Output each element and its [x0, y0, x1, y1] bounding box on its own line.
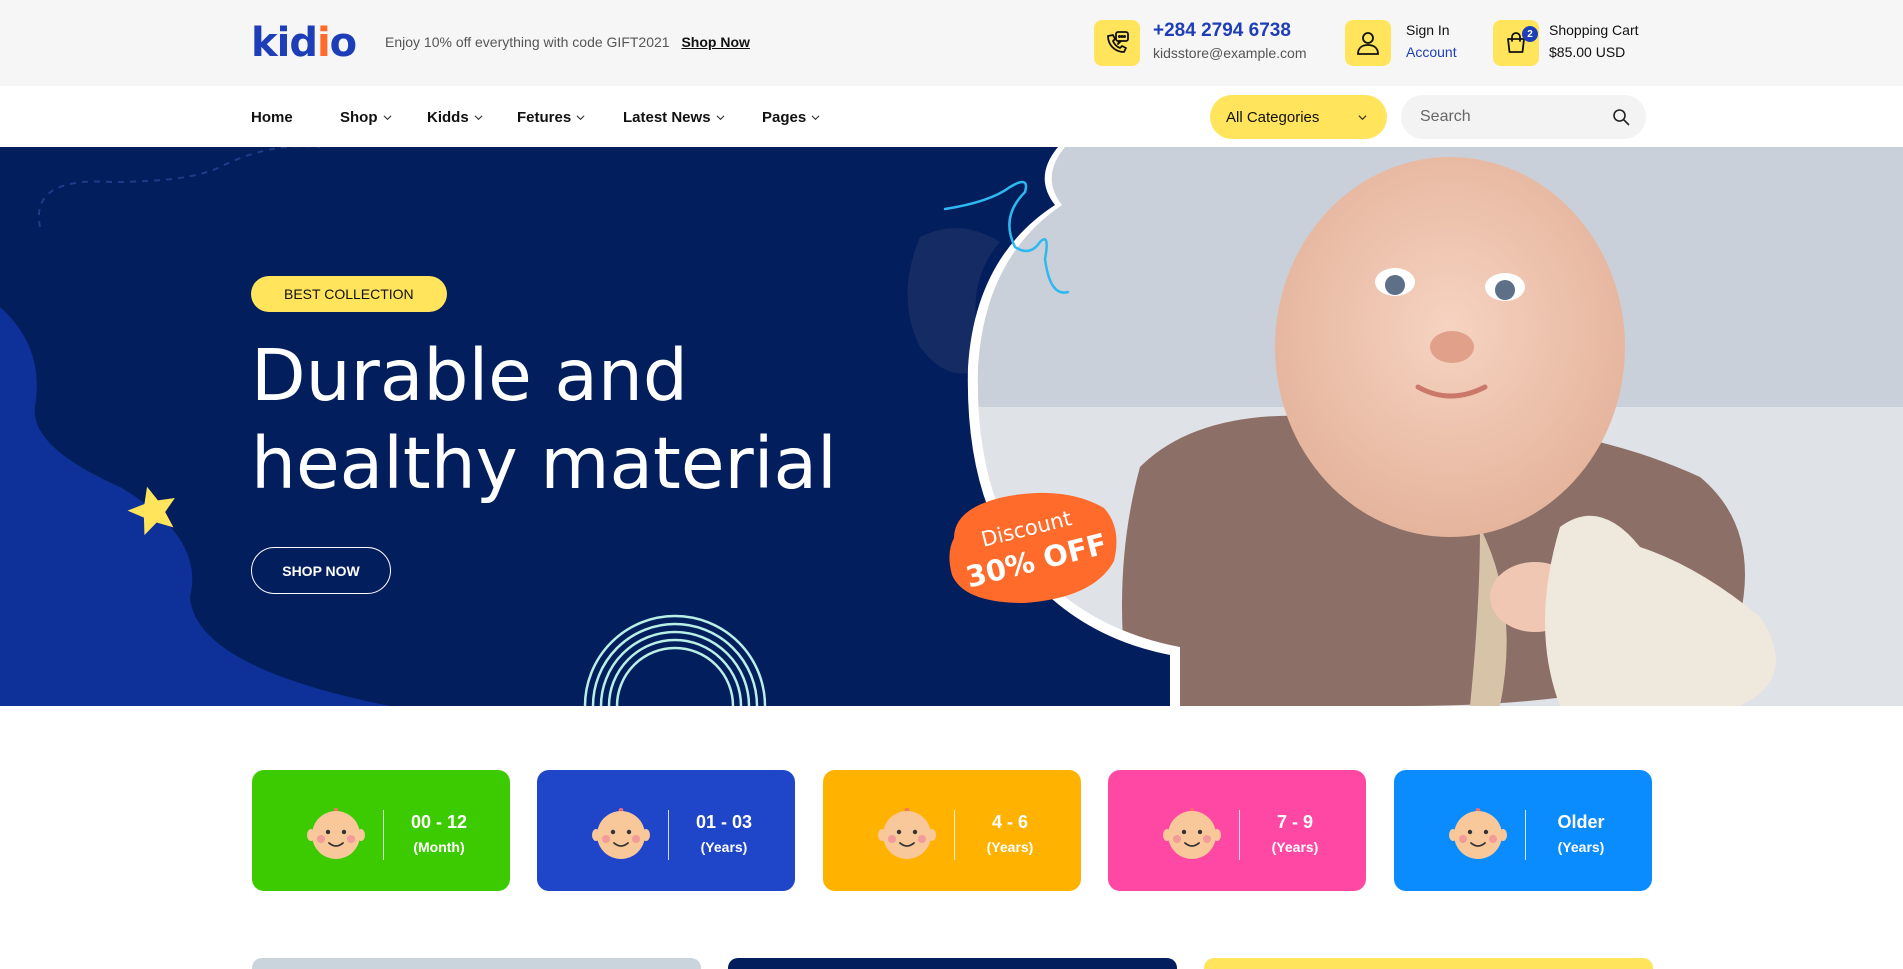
logo-part-kid: kid	[251, 20, 318, 66]
best-collection-badge: BEST COLLECTION	[251, 276, 447, 312]
chevron-down-icon	[1358, 114, 1367, 120]
promo-banner-1[interactable]	[252, 958, 701, 969]
baby-face-icon	[307, 808, 365, 859]
promo-text: Enjoy 10% off everything with code GIFT2…	[385, 34, 670, 50]
hero-banner: BEST COLLECTION Durable and healthy mate…	[0, 147, 1903, 706]
age-card-7-9-years[interactable]: 7 - 9 (Years)	[1108, 770, 1366, 891]
age-range: 4 - 6	[991, 812, 1029, 832]
age-unit: (Years)	[1271, 839, 1319, 855]
nav-item-home[interactable]: Home	[251, 109, 293, 126]
chevron-down-icon	[576, 115, 585, 121]
search-bar	[1401, 95, 1646, 139]
cart-total: $85.00 USD	[1549, 44, 1626, 60]
email-address[interactable]: kidsstore@example.com	[1153, 45, 1307, 61]
age-unit: (Month)	[413, 839, 465, 855]
nav-label: Shop	[340, 109, 378, 126]
nav-item-latest-news[interactable]: Latest News	[623, 109, 725, 126]
age-unit: (Years)	[1557, 839, 1605, 855]
promo-bar: Enjoy 10% off everything with code GIFT2…	[385, 34, 750, 50]
hero-headline-line2: healthy material	[251, 422, 837, 505]
baby-face-icon	[1163, 808, 1221, 859]
age-unit: (Years)	[700, 839, 748, 855]
hero-headline-line1: Durable and	[251, 334, 688, 417]
chevron-down-icon	[811, 115, 820, 121]
age-card-4-6-years[interactable]: 4 - 6 (Years)	[823, 770, 1081, 891]
search-input[interactable]	[1420, 108, 1600, 126]
category-select[interactable]: All Categories	[1210, 95, 1387, 139]
phone-number[interactable]: +284 2794 6738	[1153, 20, 1291, 42]
account-tile[interactable]	[1345, 20, 1391, 66]
age-range: Older	[1557, 812, 1605, 832]
nav-item-fetures[interactable]: Fetures	[517, 109, 585, 126]
nav-label: Home	[251, 109, 293, 126]
category-select-value: All Categories	[1226, 108, 1320, 126]
age-range: 01 - 03	[695, 812, 753, 832]
age-card-0-12-month[interactable]: 00 - 12 (Month)	[252, 770, 510, 891]
age-card-older-years[interactable]: Older (Years)	[1394, 770, 1652, 891]
baby-face-icon	[592, 808, 650, 859]
nav-label: Fetures	[517, 109, 572, 126]
brand-logo[interactable]: kidio	[251, 20, 358, 66]
cart-label[interactable]: Shopping Cart	[1549, 22, 1639, 38]
age-card-1-3-years[interactable]: 01 - 03 (Years)	[537, 770, 795, 891]
nav-label: Latest News	[623, 109, 711, 126]
promo-shop-now-link[interactable]: Shop Now	[681, 34, 749, 50]
age-range: 00 - 12	[410, 812, 468, 832]
nav-item-pages[interactable]: Pages	[762, 109, 820, 126]
promo-banner-3[interactable]	[1204, 958, 1653, 969]
search-icon[interactable]	[1612, 108, 1630, 126]
nav-item-kidds[interactable]: Kidds	[427, 109, 483, 126]
account-link[interactable]: Account	[1406, 44, 1457, 60]
hero-headline: Durable and healthy material	[251, 332, 837, 508]
phone-chat-icon	[1107, 31, 1129, 53]
chevron-down-icon	[383, 115, 391, 121]
sign-in-link[interactable]: Sign In	[1406, 22, 1450, 38]
discount-badge: Discount 30% OFF	[949, 492, 1117, 603]
age-unit: (Years)	[986, 839, 1034, 855]
cart-count-badge: 2	[1522, 26, 1538, 42]
nav-label: Kidds	[427, 109, 469, 126]
logo-part-o: o	[329, 20, 358, 66]
shop-now-button[interactable]: SHOP NOW	[251, 547, 391, 594]
baby-face-icon	[1449, 808, 1507, 859]
logo-part-i: i	[316, 20, 331, 66]
age-range: 7 - 9	[1276, 812, 1314, 832]
top-bar: kidio Enjoy 10% off everything with code…	[0, 0, 1903, 86]
promo-banner-2[interactable]	[728, 958, 1177, 969]
nav-item-shop[interactable]: Shop	[340, 109, 392, 126]
user-icon	[1357, 32, 1379, 55]
phone-tile[interactable]	[1094, 20, 1140, 66]
chevron-down-icon	[474, 115, 483, 121]
chevron-down-icon	[716, 115, 725, 121]
nav-label: Pages	[762, 109, 807, 126]
baby-face-icon	[878, 808, 936, 859]
